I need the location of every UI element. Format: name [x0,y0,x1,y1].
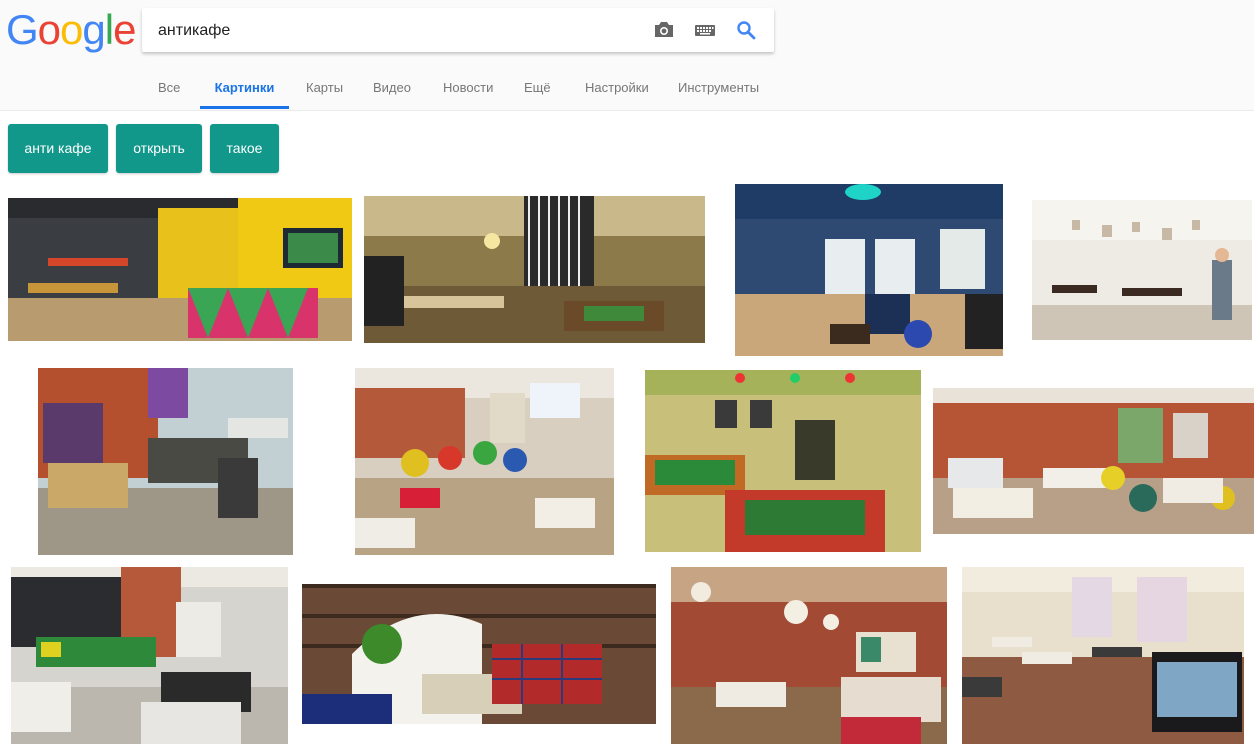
image-result[interactable] [933,388,1254,534]
image-result[interactable] [645,370,921,552]
logo-letter: e [113,6,136,53]
logo-letter: o [60,6,83,53]
header: Google антикафе Все Картинки Карты Видео… [0,0,1254,111]
image-result[interactable] [1032,200,1252,340]
image-result[interactable] [671,567,947,744]
tab-video[interactable]: Видео [373,70,411,109]
image-result[interactable] [302,584,656,724]
tab-maps[interactable]: Карты [306,70,343,109]
keyboard-icon[interactable] [693,19,717,41]
search-input[interactable] [156,18,630,44]
logo-letter: o [37,6,61,53]
related-chip[interactable]: открыть [116,124,202,173]
search-icon[interactable] [734,19,758,41]
image-result[interactable] [962,567,1244,744]
image-result[interactable] [11,567,288,744]
image-result[interactable] [38,368,293,555]
tab-more[interactable]: Ещё [524,70,551,109]
image-result[interactable] [364,196,705,343]
related-chip[interactable]: такое [210,124,279,173]
tab-images[interactable]: Картинки [200,70,289,109]
related-chip[interactable]: анти кафе [8,124,108,173]
logo-letter: l [104,6,114,53]
tab-all[interactable]: Все [158,70,180,109]
google-logo[interactable]: Google [6,6,136,53]
logo-letter: g [82,6,105,53]
tab-news[interactable]: Новости [443,70,493,109]
image-result[interactable] [735,184,1003,356]
image-result[interactable] [355,368,614,555]
image-result[interactable] [8,198,352,341]
tab-settings[interactable]: Настройки [585,70,649,109]
camera-icon[interactable] [652,19,676,41]
search-box [142,8,774,52]
logo-letter: G [6,6,39,53]
tab-tools[interactable]: Инструменты [678,70,759,109]
